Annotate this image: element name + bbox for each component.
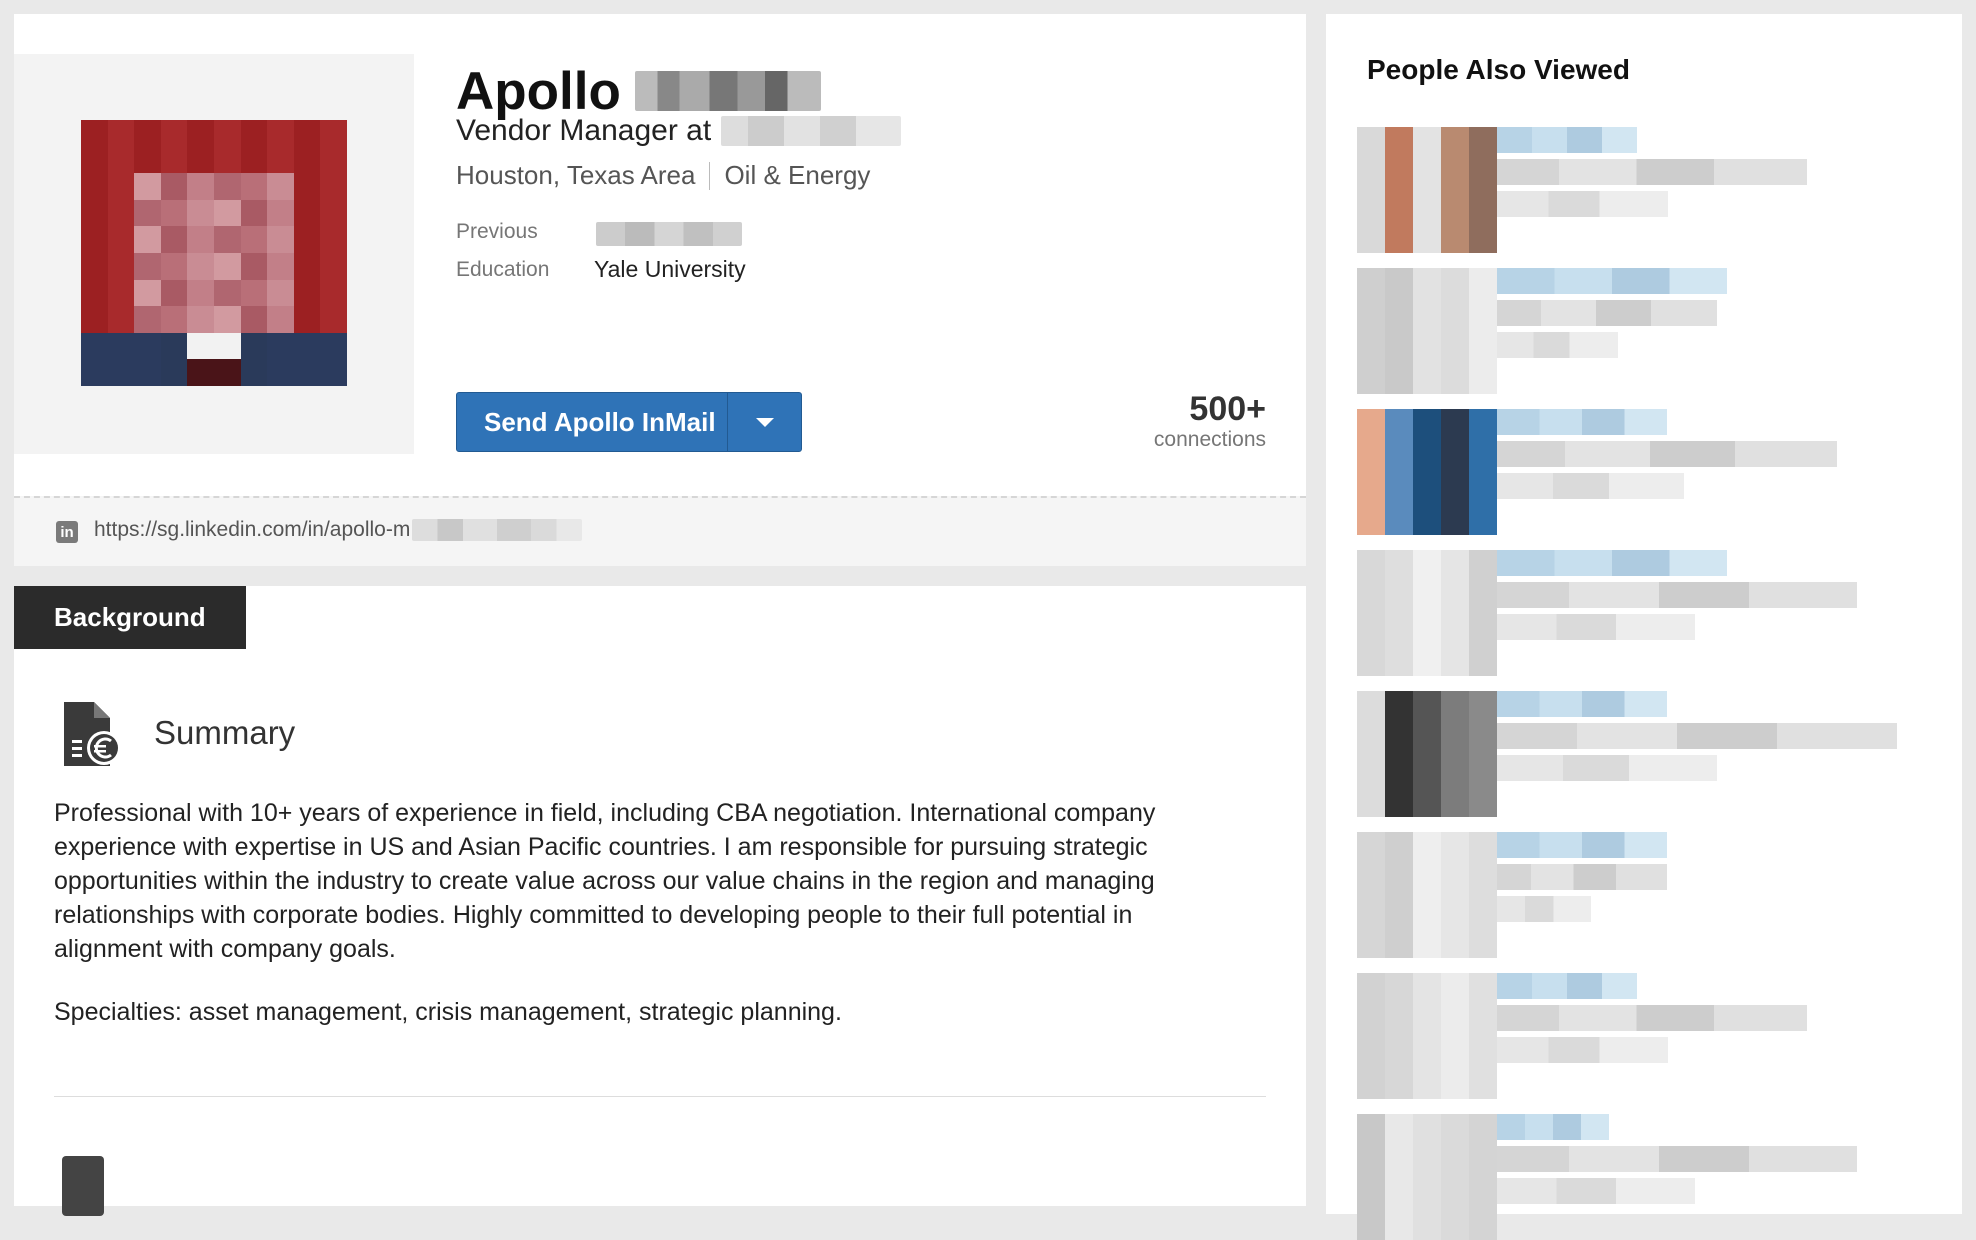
redacted-last-name: [634, 71, 821, 111]
avatar[interactable]: [1357, 127, 1497, 253]
redacted-person-name[interactable]: [1497, 127, 1637, 153]
avatar[interactable]: [1357, 268, 1497, 394]
avatar[interactable]: [1357, 832, 1497, 958]
previous-label: Previous: [456, 220, 538, 243]
people-also-viewed-item[interactable]: [1357, 1114, 1937, 1240]
profile-headline: Vendor Manager at: [456, 114, 902, 148]
education-link[interactable]: Yale University: [594, 256, 746, 283]
redacted-person-headline: [1497, 864, 1667, 890]
public-profile-url-bar: in https://sg.linkedin.com/in/apollo-m: [14, 496, 1306, 566]
profile-first-name: Apollo: [456, 61, 621, 121]
redacted-person-name[interactable]: [1497, 268, 1727, 294]
people-also-viewed-item[interactable]: [1357, 832, 1937, 958]
redacted-person-headline: [1497, 159, 1807, 185]
specialties-text: Specialties: asset management, crisis ma…: [54, 998, 842, 1026]
headline-text: Vendor Manager at: [456, 114, 712, 147]
redacted-person-detail: [1497, 473, 1684, 499]
redacted-person-detail: [1497, 191, 1668, 217]
redacted-person-detail: [1497, 896, 1591, 922]
redacted-person-detail: [1497, 755, 1717, 781]
send-inmail-label: Send Apollo InMail: [484, 406, 716, 437]
industry-link[interactable]: Oil & Energy: [724, 160, 870, 191]
avatar[interactable]: [1357, 973, 1497, 1099]
redacted-person-headline: [1497, 1005, 1807, 1031]
people-also-viewed-item[interactable]: [1357, 550, 1937, 676]
people-also-viewed-card: People Also Viewed: [1326, 14, 1962, 1240]
redacted-person-headline: [1497, 441, 1837, 467]
redacted-person-name[interactable]: [1497, 409, 1667, 435]
background-card: Background Summary Professional with 10+…: [14, 586, 1306, 1216]
summary-icon: [64, 702, 121, 766]
connections-label: connections: [1153, 428, 1266, 451]
location-link[interactable]: Houston, Texas Area: [456, 160, 695, 191]
linkedin-icon: in: [56, 521, 78, 543]
send-inmail-button[interactable]: Send Apollo InMail: [456, 392, 802, 452]
people-also-viewed-item[interactable]: [1357, 691, 1937, 817]
redacted-person-headline: [1497, 723, 1897, 749]
people-also-viewed-item[interactable]: [1357, 268, 1937, 394]
redacted-company: [721, 116, 902, 146]
location-separator: [709, 161, 711, 190]
profile-location-row: Houston, Texas Area Oil & Energy: [456, 160, 870, 191]
profile-photo[interactable]: [81, 120, 347, 386]
connections-count: 500+: [1189, 390, 1266, 428]
summary-text: Professional with 10+ years of experienc…: [54, 799, 1156, 963]
summary-title: Summary: [154, 714, 296, 751]
experience-icon: [62, 1156, 104, 1216]
redacted-previous[interactable]: [596, 222, 742, 246]
avatar[interactable]: [1357, 409, 1497, 535]
inmail-dropdown-toggle[interactable]: [728, 417, 801, 427]
avatar[interactable]: [1357, 1114, 1497, 1240]
chevron-down-icon: [755, 417, 774, 427]
redacted-person-name[interactable]: [1497, 1114, 1609, 1140]
redacted-person-headline: [1497, 1146, 1857, 1172]
section-divider: [54, 1096, 1266, 1097]
redacted-person-detail: [1497, 614, 1695, 640]
background-section-tab[interactable]: Background: [14, 586, 246, 649]
public-profile-url[interactable]: https://sg.linkedin.com/in/apollo-m: [94, 518, 583, 542]
profile-card: Apollo Vendor Manager at Houston, Texas …: [14, 14, 1306, 566]
redacted-person-name[interactable]: [1497, 691, 1667, 717]
redacted-person-detail: [1497, 1178, 1695, 1204]
avatar[interactable]: [1357, 550, 1497, 676]
education-label: Education: [456, 258, 550, 281]
redacted-person-headline: [1497, 300, 1717, 326]
avatar[interactable]: [1357, 691, 1497, 817]
redacted-person-headline: [1497, 582, 1857, 608]
redacted-person-name[interactable]: [1497, 973, 1637, 999]
redacted-person-name[interactable]: [1497, 550, 1727, 576]
redacted-person-detail: [1497, 332, 1618, 358]
redacted-person-name[interactable]: [1497, 832, 1667, 858]
people-also-viewed-item[interactable]: [1357, 409, 1937, 535]
public-profile-url-text: https://sg.linkedin.com/in/apollo-m: [94, 518, 411, 541]
redacted-person-detail: [1497, 1037, 1668, 1063]
redacted-url-suffix: [412, 519, 583, 541]
people-also-viewed-title: People Also Viewed: [1367, 54, 1630, 85]
profile-photo-frame: [14, 54, 414, 454]
people-also-viewed-item[interactable]: [1357, 973, 1937, 1099]
people-also-viewed-item[interactable]: [1357, 127, 1937, 253]
